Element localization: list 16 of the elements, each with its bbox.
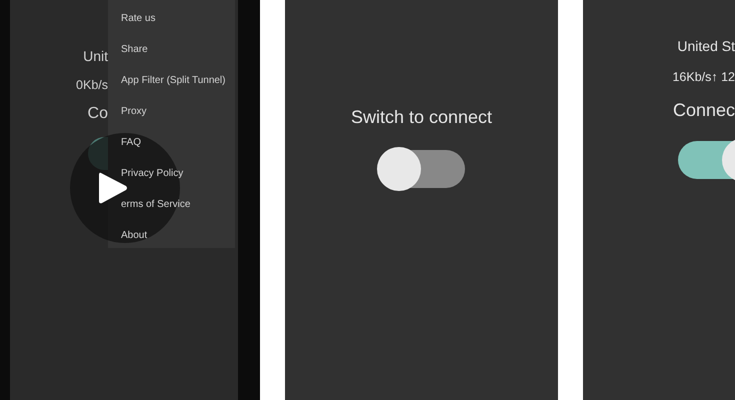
status-label: Switch to connect	[350, 107, 492, 128]
menu-item[interactable]: About	[121, 229, 148, 243]
menu-item[interactable]: Proxy	[121, 105, 147, 119]
menu-item[interactable]: Rate us	[121, 12, 156, 26]
location-label: United St	[677, 38, 735, 54]
menu-item[interactable]: Privacy Policy	[121, 167, 184, 181]
status-label: Co	[88, 105, 108, 123]
location-label: Unit	[83, 48, 108, 64]
menu-item[interactable]: FAQ	[121, 136, 142, 150]
menu-item[interactable]: App Filter (Split Tunnel)	[121, 74, 226, 88]
toggle-switch[interactable]	[378, 150, 464, 188]
menu-item[interactable]: erms of Service	[121, 198, 190, 212]
speed-label: 16Kb/s↑ 12	[672, 70, 735, 84]
status-label: Connec	[672, 100, 735, 121]
menu-item[interactable]: Share	[121, 43, 148, 57]
speed-label: 0Kb/s	[76, 78, 108, 92]
